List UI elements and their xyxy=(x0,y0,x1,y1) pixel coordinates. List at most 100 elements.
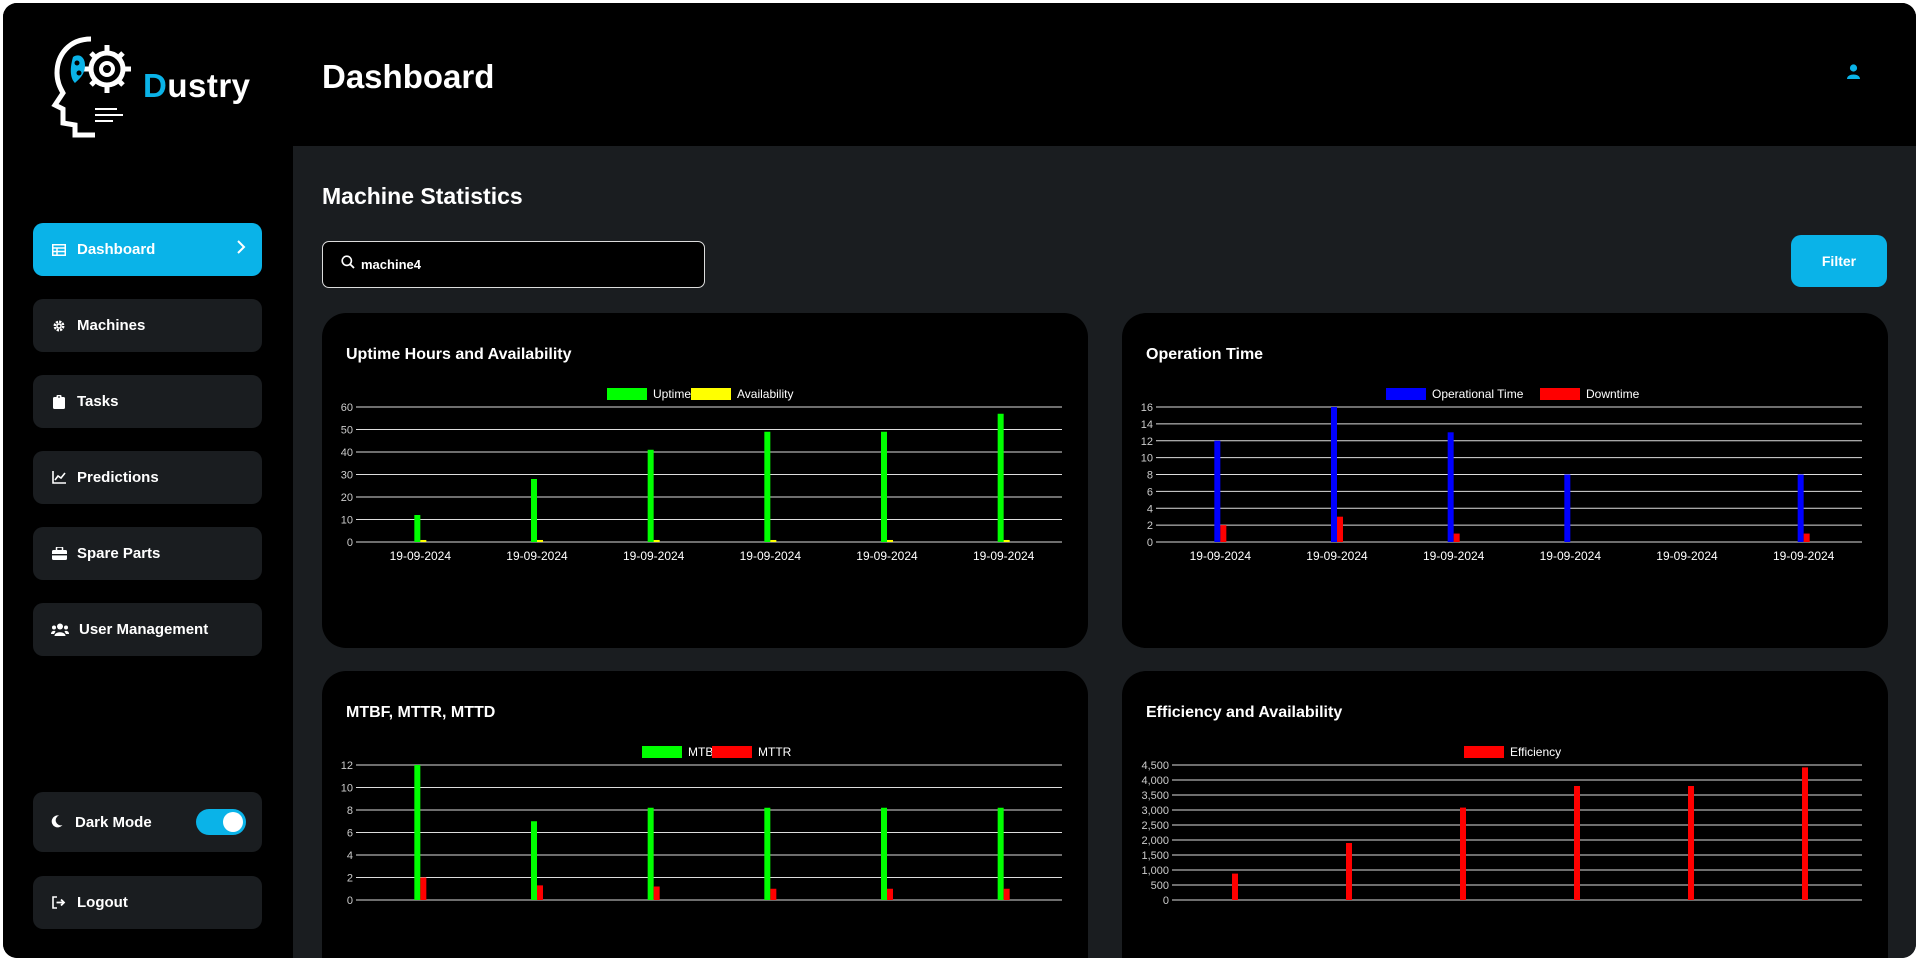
y-tick-label: 4,500 xyxy=(1141,760,1169,772)
sidebar-item-predictions[interactable]: Predictions xyxy=(33,451,262,504)
legend-swatch[interactable] xyxy=(691,388,731,400)
bar[interactable] xyxy=(764,431,771,542)
bar[interactable] xyxy=(1688,786,1694,900)
bar[interactable] xyxy=(997,413,1004,542)
bar[interactable] xyxy=(420,539,427,542)
y-tick-label: 2 xyxy=(1147,520,1153,532)
sidebar-item-spare-parts[interactable]: Spare Parts xyxy=(33,527,262,580)
y-tick-label: 2 xyxy=(347,873,353,885)
y-tick-label: 12 xyxy=(341,760,353,772)
main-content: Machine Statistics Filter Uptime Hours a… xyxy=(293,146,1916,958)
bar[interactable] xyxy=(1220,525,1227,542)
bar[interactable] xyxy=(531,479,537,542)
legend-label[interactable]: Downtime xyxy=(1586,387,1640,401)
bar[interactable] xyxy=(997,807,1004,900)
legend-label[interactable]: Uptime xyxy=(653,387,691,401)
bar[interactable] xyxy=(881,431,887,542)
dark-mode-row: Dark Mode xyxy=(33,792,262,852)
y-tick-label: 0 xyxy=(1147,537,1153,549)
user-profile-icon[interactable] xyxy=(1847,64,1860,84)
bar[interactable] xyxy=(414,515,421,542)
y-tick-label: 0 xyxy=(1163,895,1169,907)
bar[interactable] xyxy=(887,888,893,900)
bar[interactable] xyxy=(770,888,777,900)
legend-label[interactable]: Efficiency xyxy=(1510,745,1561,759)
search-box[interactable] xyxy=(322,241,705,288)
bar[interactable] xyxy=(1453,533,1460,542)
bar[interactable] xyxy=(1331,407,1337,542)
bar[interactable] xyxy=(1574,786,1580,900)
efficiency-chart: Efficiency 0 500 1,000 1,500 2,000 2,500 3,000 3… xyxy=(1141,745,1862,907)
sidebar-item-label: User Management xyxy=(79,621,209,638)
sidebar-item-dashboard[interactable]: Dashboard xyxy=(33,223,262,276)
moon-icon xyxy=(51,815,65,829)
x-tick-label: 19-09-2024 xyxy=(1423,549,1485,563)
chevron-right-icon xyxy=(236,239,246,259)
bar[interactable] xyxy=(1337,516,1343,542)
toggle-knob xyxy=(223,812,243,832)
legend-swatch[interactable] xyxy=(607,388,647,400)
brand-logo[interactable]: Dustry xyxy=(51,31,261,141)
bar[interactable] xyxy=(653,539,660,542)
bar[interactable] xyxy=(1564,474,1571,543)
y-tick-label: 12 xyxy=(1141,436,1153,448)
bar[interactable] xyxy=(1460,807,1466,900)
y-tick-label: 1,000 xyxy=(1141,865,1169,877)
x-tick-label: 19-09-2024 xyxy=(1306,549,1368,563)
bar[interactable] xyxy=(647,449,654,542)
brand-first-letter: D xyxy=(143,67,168,104)
sidebar-item-user-management[interactable]: User Management xyxy=(33,603,262,656)
x-tick-label: 19-09-2024 xyxy=(1656,549,1718,563)
search-input[interactable] xyxy=(361,257,661,272)
bar[interactable] xyxy=(647,807,654,900)
operation-time-chart: Operational Time Downtime 0 2 4 6 8 10 12 14 16 19-… xyxy=(1141,387,1862,563)
bar[interactable] xyxy=(764,807,771,900)
y-tick-label: 14 xyxy=(1141,419,1153,431)
bar[interactable] xyxy=(770,539,777,542)
bar[interactable] xyxy=(537,539,543,542)
bar[interactable] xyxy=(1346,843,1352,900)
sidebar-item-tasks[interactable]: Tasks xyxy=(33,375,262,428)
bar[interactable] xyxy=(1214,440,1221,542)
legend-swatch[interactable] xyxy=(712,746,752,758)
sidebar-item-machines[interactable]: Machines xyxy=(33,299,262,352)
bar[interactable] xyxy=(1003,888,1010,900)
logout-button[interactable]: Logout xyxy=(33,876,262,929)
legend-swatch[interactable] xyxy=(642,746,682,758)
bar[interactable] xyxy=(881,807,887,900)
y-tick-label: 8 xyxy=(347,805,353,817)
bar[interactable] xyxy=(653,886,660,901)
x-tick-label: 19-09-2024 xyxy=(623,549,685,563)
bar[interactable] xyxy=(537,885,543,900)
chart-card-efficiency: Efficiency and Availability Efficiency 0 5… xyxy=(1122,671,1888,958)
legend-swatch[interactable] xyxy=(1540,388,1580,400)
bar[interactable] xyxy=(1232,873,1238,900)
table-grid-icon xyxy=(51,242,67,258)
x-tick-label: 19-09-2024 xyxy=(740,549,802,563)
bar[interactable] xyxy=(414,765,421,900)
y-tick-label: 2,500 xyxy=(1141,820,1169,832)
sidebar-item-label: Spare Parts xyxy=(77,545,161,562)
bar[interactable] xyxy=(1447,432,1454,542)
chart-card-uptime: Uptime Hours and Availability Uptime Avai… xyxy=(322,313,1088,648)
dark-mode-toggle[interactable] xyxy=(196,809,246,835)
bar[interactable] xyxy=(1802,767,1808,900)
legend-label[interactable]: MTTR xyxy=(758,745,792,759)
y-tick-label: 0 xyxy=(347,537,353,549)
bar[interactable] xyxy=(531,821,537,900)
legend-swatch[interactable] xyxy=(1464,746,1504,758)
bar[interactable] xyxy=(1803,533,1810,542)
logout-label: Logout xyxy=(77,894,128,911)
uptime-availability-chart: Uptime Availability 0 10 20 30 40 50 60 19-09-202… xyxy=(341,387,1062,563)
y-tick-label: 4,000 xyxy=(1141,775,1169,787)
page-title: Dashboard xyxy=(322,58,495,95)
bar[interactable] xyxy=(1003,539,1010,542)
legend-label[interactable]: Availability xyxy=(737,387,793,401)
bar[interactable] xyxy=(420,877,427,901)
legend-label[interactable]: Operational Time xyxy=(1432,387,1524,401)
bar[interactable] xyxy=(1797,474,1804,543)
line-chart-icon xyxy=(51,470,67,486)
legend-swatch[interactable] xyxy=(1386,388,1426,400)
bar[interactable] xyxy=(887,539,893,542)
filter-button[interactable]: Filter xyxy=(1791,235,1887,287)
